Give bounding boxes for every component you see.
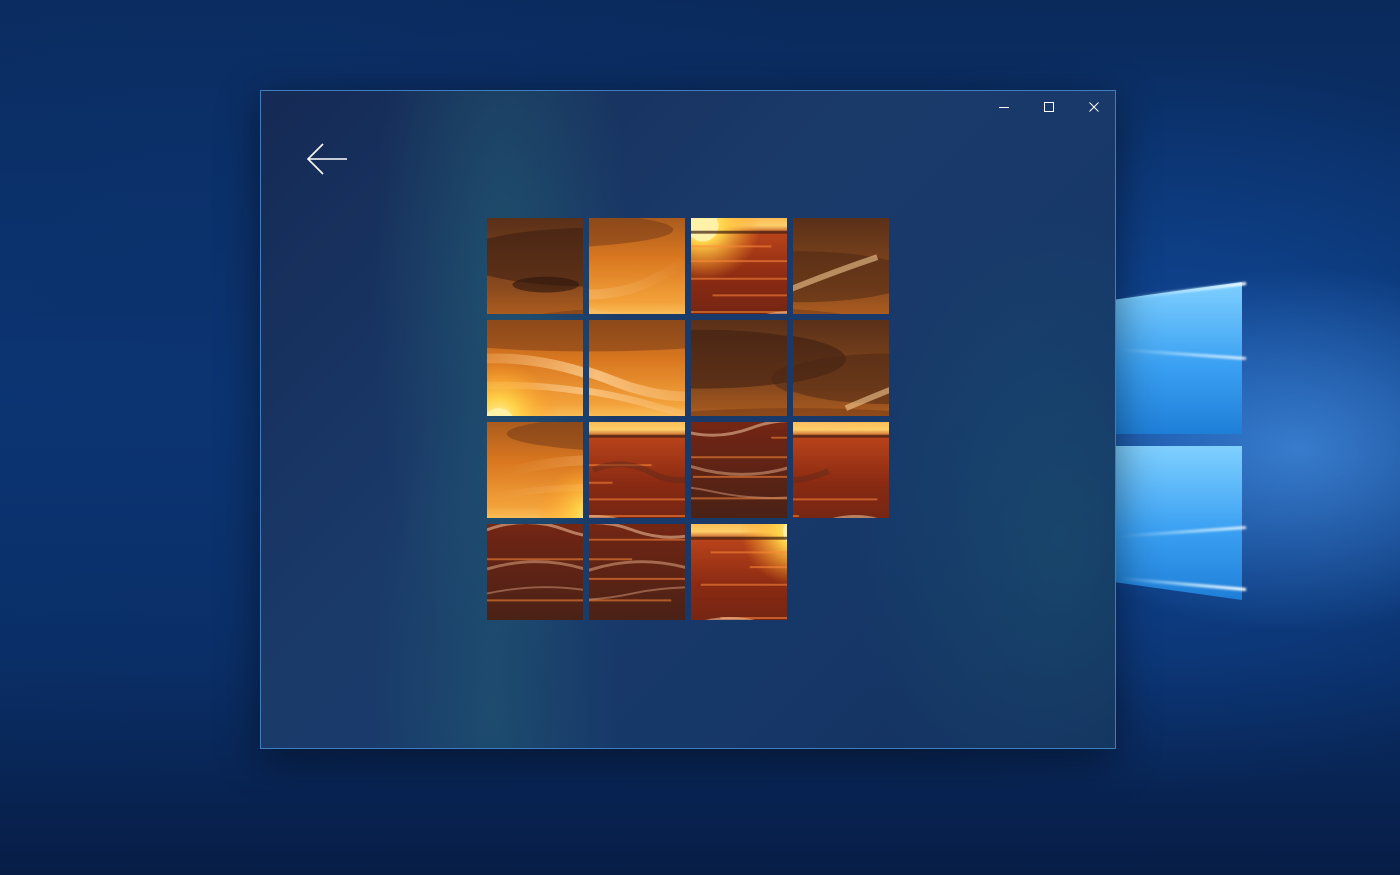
arrow-left-icon xyxy=(306,143,347,175)
tile-image xyxy=(793,218,889,314)
tile-image xyxy=(793,320,889,416)
puzzle-tile[interactable] xyxy=(487,218,583,314)
tile-image xyxy=(589,320,685,416)
puzzle-tile[interactable] xyxy=(589,524,685,620)
tile-image xyxy=(487,524,583,620)
tile-image xyxy=(691,218,787,314)
back-button[interactable] xyxy=(305,139,349,179)
puzzle-tile[interactable] xyxy=(589,320,685,416)
tile-image xyxy=(487,422,583,518)
close-icon xyxy=(1088,102,1099,112)
puzzle-tile[interactable] xyxy=(487,422,583,518)
puzzle-tile[interactable] xyxy=(691,320,787,416)
minimize-icon xyxy=(998,107,1009,108)
puzzle-board xyxy=(487,218,891,622)
puzzle-tile[interactable] xyxy=(691,524,787,620)
puzzle-tile[interactable] xyxy=(793,218,889,314)
title-bar[interactable] xyxy=(261,91,1115,123)
puzzle-tile[interactable] xyxy=(793,422,889,518)
maximize-button[interactable] xyxy=(1026,91,1071,123)
puzzle-tile[interactable] xyxy=(589,218,685,314)
puzzle-tile[interactable] xyxy=(589,422,685,518)
puzzle-tile[interactable] xyxy=(487,524,583,620)
puzzle-app-window xyxy=(260,90,1116,749)
minimize-button[interactable] xyxy=(981,91,1026,123)
tile-image xyxy=(487,320,583,416)
tile-image xyxy=(691,422,787,518)
tile-image xyxy=(487,218,583,314)
empty-slot xyxy=(793,524,889,620)
tile-image xyxy=(691,320,787,416)
puzzle-tile[interactable] xyxy=(691,218,787,314)
puzzle-tile[interactable] xyxy=(793,320,889,416)
maximize-icon xyxy=(1043,102,1054,112)
tile-image xyxy=(691,524,787,620)
tile-image xyxy=(793,422,889,518)
tile-image xyxy=(589,524,685,620)
tile-image xyxy=(589,218,685,314)
tile-image xyxy=(589,422,685,518)
puzzle-tile[interactable] xyxy=(487,320,583,416)
close-button[interactable] xyxy=(1071,91,1116,123)
puzzle-tile[interactable] xyxy=(691,422,787,518)
